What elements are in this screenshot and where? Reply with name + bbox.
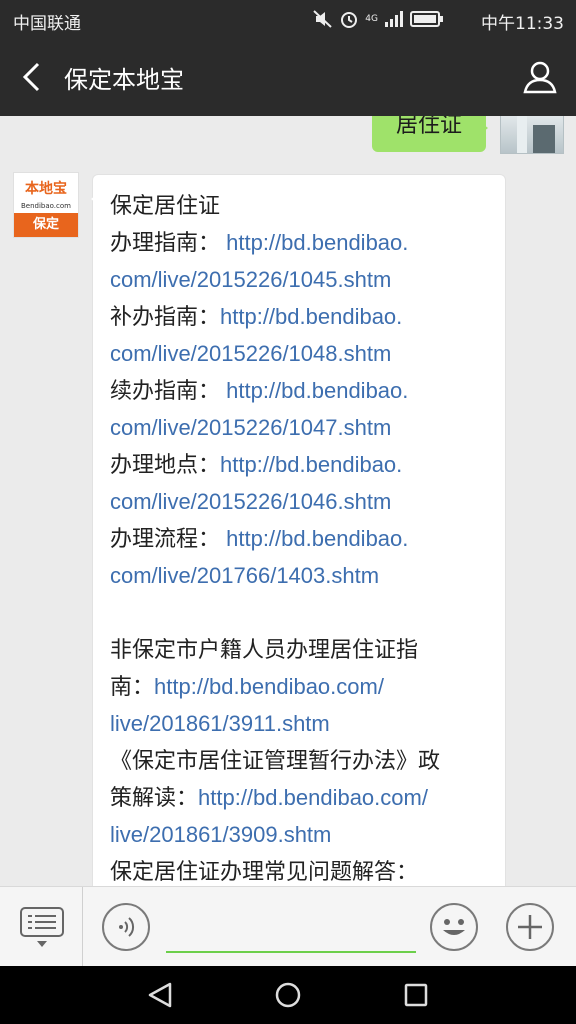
message-line: 策解读：http://bd.bendibao.com/: [110, 779, 494, 816]
sent-message-bubble[interactable]: 居住证: [372, 116, 488, 152]
plus-icon: [518, 915, 542, 939]
title-bar: 保定本地宝: [0, 38, 576, 116]
brand-site: Bendibao.com: [20, 202, 71, 210]
message-line: live/201861/3911.shtm: [110, 705, 494, 742]
page-title: 保定本地宝: [64, 66, 184, 94]
message-line-text: 办理地点：: [110, 452, 221, 477]
clock: 中午11:33: [481, 14, 564, 34]
message-line-text: 策解读：: [110, 785, 199, 810]
plus-button[interactable]: [506, 903, 554, 951]
home-circle-icon[interactable]: [274, 981, 302, 1009]
status-bar: 中国联通 4G 中午11:33: [0, 0, 576, 38]
message-line-text: 办理指南：: [110, 230, 227, 255]
message-link[interactable]: http://bd.bendibao.: [220, 304, 402, 329]
person-icon[interactable]: [522, 58, 558, 96]
message-line: 办理地点：http://bd.bendibao.: [110, 446, 494, 483]
message-link[interactable]: com/live/2015226/1046.shtm: [110, 489, 391, 514]
message-line: com/live/2015226/1046.shtm: [110, 483, 494, 520]
system-nav-bar: [0, 966, 576, 1024]
status-icons: 4G: [313, 9, 444, 29]
message-line: com/live/201766/1403.shtm: [110, 557, 494, 594]
message-line-text: 保定居住证办理常见问题解答：: [110, 859, 419, 884]
battery-icon: [410, 11, 443, 27]
chevron-left-icon[interactable]: [16, 58, 52, 96]
message-line: com/live/2015226/1048.shtm: [110, 335, 494, 372]
message-line: 办理流程： http://bd.bendibao.: [110, 520, 494, 557]
chat-area[interactable]: 居住证 本地宝 Bendibao.com 保定 保定居住证办理指南： http:…: [0, 116, 576, 886]
message-line: 《保定市居住证管理暂行办法》政: [110, 742, 494, 779]
avatar[interactable]: [500, 116, 564, 154]
message-link[interactable]: com/live/2015226/1047.shtm: [110, 415, 391, 440]
message-line: com/live/2015226/1045.shtm: [110, 261, 494, 298]
message-link[interactable]: com/live/201766/1403.shtm: [110, 563, 379, 588]
message-line-text: 保定居住证: [110, 193, 221, 218]
message-line: 续办指南： http://bd.bendibao.: [110, 372, 494, 409]
message-line: 办理指南： http://bd.bendibao.: [110, 224, 494, 261]
message-link[interactable]: live/201861/3911.shtm: [110, 711, 330, 736]
message-line-text: 南：: [110, 674, 155, 699]
message-text: 保定居住证 办理指南： http://bd.bendibao. com/live/2…: [110, 187, 494, 886]
message-line: 南：http://bd.bendibao.com/: [110, 668, 494, 705]
message-link[interactable]: com/live/2015226/1045.shtm: [110, 267, 391, 292]
mute-icon: [313, 10, 332, 28]
sent-message-text: 居住证: [395, 116, 462, 138]
back-triangle-icon[interactable]: [146, 981, 174, 1009]
message-line-text: 《保定市居住证管理暂行办法》政: [110, 748, 441, 773]
message-line: 补办指南：http://bd.bendibao.: [110, 298, 494, 335]
emoji-icon: [443, 919, 465, 935]
message-link[interactable]: com/live/2015226/1048.shtm: [110, 341, 391, 366]
alarm-icon: [341, 12, 358, 28]
input-bar: [0, 886, 576, 967]
emoji-button[interactable]: [430, 903, 478, 951]
carrier-name: 中国联通: [13, 14, 81, 34]
message-line-text: 非保定市户籍人员办理居住证指: [110, 637, 419, 662]
menu-list-icon: [20, 907, 64, 947]
received-message-bubble[interactable]: 保定居住证 办理指南： http://bd.bendibao. com/live/2…: [91, 174, 506, 886]
message-link[interactable]: http://bd.bendibao.: [226, 378, 408, 403]
bot-avatar[interactable]: 本地宝 Bendibao.com 保定: [13, 172, 79, 238]
message-line: com/live/2015226/1047.shtm: [110, 409, 494, 446]
message-link[interactable]: http://bd.bendibao.com/: [198, 785, 428, 810]
message-line-text: 续办指南：: [110, 378, 227, 403]
message-link[interactable]: live/201861/3909.shtm: [110, 822, 331, 847]
signal-icon: [385, 11, 403, 27]
message-link[interactable]: http://bd.bendibao.: [226, 230, 408, 255]
input-underline: [166, 951, 416, 953]
message-line: 保定居住证办理常见问题解答：: [110, 853, 494, 886]
message-line-text: 办理流程：: [110, 526, 227, 551]
network-type: 4G: [365, 14, 378, 24]
message-line-text: 补办指南：: [110, 304, 221, 329]
message-line: 保定居住证: [110, 187, 494, 224]
message-link[interactable]: http://bd.bendibao.: [220, 452, 402, 477]
message-line: live/201861/3909.shtm: [110, 816, 494, 853]
message-link[interactable]: http://bd.bendibao.com/: [154, 674, 384, 699]
menu-toggle-button[interactable]: [0, 887, 83, 967]
brand-city: 保定: [14, 213, 78, 237]
recent-square-icon[interactable]: [402, 981, 430, 1009]
message-line: [110, 594, 494, 631]
message-input[interactable]: [166, 901, 416, 953]
message-line: 非保定市户籍人员办理居住证指: [110, 631, 494, 668]
voice-icon: [119, 917, 135, 937]
message-link[interactable]: http://bd.bendibao.: [226, 526, 408, 551]
voice-button[interactable]: [102, 903, 150, 951]
